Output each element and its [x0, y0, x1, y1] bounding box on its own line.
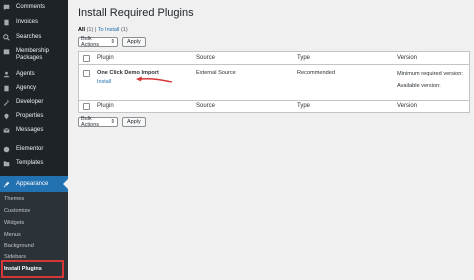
plugin-source: External Source	[196, 70, 236, 76]
version-min-label: Minimum required version:	[397, 71, 463, 77]
building-icon	[3, 85, 10, 92]
submenu-item-background[interactable]: Background	[4, 243, 34, 249]
sidebar-item-elementor[interactable]: Elementor	[0, 146, 68, 153]
bulk-actions-value: Bulk Actions	[81, 36, 100, 48]
paintbrush-icon	[3, 181, 10, 188]
filter-to-install[interactable]: To Install	[98, 27, 120, 33]
bulk-actions-bottom: Bulk Actions ⇕ Apply	[78, 116, 146, 128]
column-header-plugin[interactable]: Plugin	[97, 55, 114, 61]
tools-icon	[3, 99, 10, 106]
sidebar-item-label: Invoices	[16, 19, 39, 25]
install-link[interactable]: Install	[97, 79, 111, 85]
sidebar-item-label: Elementor	[16, 146, 44, 152]
sidebar-item-membership-packages[interactable]: Membership Packages	[0, 48, 68, 62]
column-header-type[interactable]: Type	[297, 55, 310, 61]
column-footer-source[interactable]: Source	[196, 103, 215, 109]
admin-sidebar: Comments Invoices Searches Membership Pa…	[0, 0, 68, 280]
column-footer-type[interactable]: Type	[297, 103, 310, 109]
sidebar-item-properties[interactable]: Properties	[0, 113, 68, 120]
comment-icon	[3, 4, 10, 11]
bulk-actions-select-bottom[interactable]: Bulk Actions ⇕	[78, 116, 118, 128]
sidebar-item-label: Membership Packages	[16, 48, 50, 61]
filter-all-count: (1)	[86, 27, 94, 33]
sidebar-item-label: Templates	[16, 160, 44, 166]
highlight-annotation	[1, 260, 64, 278]
submenu-item-menus[interactable]: Menus	[4, 232, 21, 238]
row-checkbox[interactable]	[83, 70, 90, 77]
select-all-checkbox[interactable]	[83, 55, 90, 62]
chevron-updown-icon: ⇕	[110, 119, 115, 125]
sidebar-item-templates[interactable]: Templates	[0, 160, 68, 167]
column-footer-plugin[interactable]: Plugin	[97, 103, 114, 109]
column-footer-version[interactable]: Version	[397, 103, 417, 109]
sidebar-item-label: Developer	[16, 99, 44, 105]
sidebar-item-messages[interactable]: Messages	[0, 127, 68, 134]
submenu-item-themes[interactable]: Themes	[4, 196, 24, 202]
chevron-updown-icon: ⇕	[110, 39, 115, 45]
mail-icon	[3, 127, 10, 134]
sidebar-item-label: Comments	[16, 4, 46, 10]
sidebar-item-label: Agents	[16, 71, 35, 77]
document-icon	[3, 19, 10, 26]
arrow-annotation	[136, 76, 173, 83]
sidebar-item-invoices[interactable]: Invoices	[0, 19, 68, 26]
apply-button[interactable]: Apply	[122, 37, 146, 47]
sidebar-item-label: Agency	[16, 85, 37, 91]
table-header-row: Plugin Source Type Version	[79, 52, 469, 65]
sidebar-item-searches[interactable]: Searches	[0, 34, 68, 41]
bulk-actions-select[interactable]: Bulk Actions ⇕	[78, 36, 118, 48]
sidebar-item-agents[interactable]: Agents	[0, 71, 68, 78]
sidebar-item-label: Appearance	[16, 180, 49, 187]
elementor-icon	[3, 146, 10, 153]
select-all-checkbox-footer[interactable]	[83, 103, 90, 110]
folder-icon	[3, 160, 10, 167]
bulk-actions-top: Bulk Actions ⇕ Apply	[78, 36, 146, 48]
sidebar-item-label: Properties	[16, 113, 44, 119]
location-icon	[3, 113, 10, 120]
submenu-item-widgets[interactable]: Widgets	[4, 220, 24, 226]
filter-all[interactable]: All	[78, 27, 85, 33]
page-title: Install Required Plugins	[78, 7, 194, 19]
table-footer-row: Plugin Source Type Version	[79, 100, 469, 112]
package-icon	[3, 48, 10, 55]
sidebar-item-label: Searches	[16, 34, 42, 40]
sidebar-item-label: Messages	[16, 127, 44, 133]
status-filters: All (1) | To Install (1)	[78, 27, 128, 33]
main-content: Install Required Plugins All (1) | To In…	[68, 0, 474, 280]
column-header-version[interactable]: Version	[397, 55, 417, 61]
column-header-source[interactable]: Source	[196, 55, 215, 61]
submenu-item-customize[interactable]: Customize	[4, 208, 30, 214]
plugins-table: Plugin Source Type Version One Click Dem…	[78, 51, 470, 113]
plugin-type: Recommended	[297, 70, 335, 76]
filter-separator: |	[94, 27, 97, 33]
search-icon	[3, 34, 10, 41]
users-icon	[3, 71, 10, 78]
version-available-label: Available version:	[397, 83, 441, 89]
sidebar-item-appearance[interactable]: Appearance	[0, 176, 68, 192]
sidebar-item-comments[interactable]: Comments	[0, 4, 68, 11]
sidebar-item-agency[interactable]: Agency	[0, 85, 68, 92]
filter-to-install-count: (1)	[120, 27, 128, 33]
sidebar-item-developer[interactable]: Developer	[0, 99, 68, 106]
apply-button-bottom[interactable]: Apply	[122, 117, 146, 127]
bulk-actions-value: Bulk Actions	[81, 116, 100, 128]
